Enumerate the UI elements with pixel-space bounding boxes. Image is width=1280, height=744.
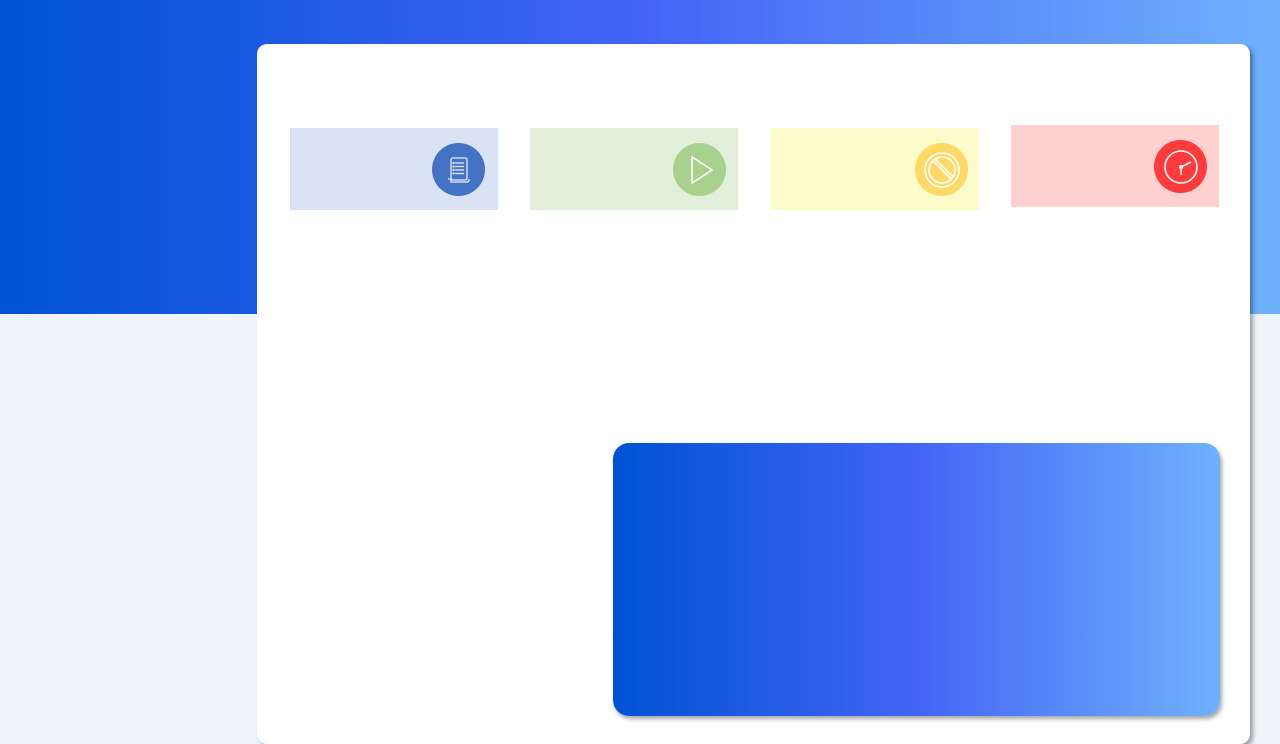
clock-icon: [1154, 140, 1207, 193]
stat-card-blocked[interactable]: [771, 128, 979, 210]
blocked-icon: [915, 143, 968, 196]
main-panel: [257, 44, 1250, 744]
stat-card-documents[interactable]: [290, 128, 498, 210]
stat-card-play[interactable]: [530, 128, 738, 210]
stat-card-time[interactable]: [1011, 125, 1219, 207]
document-list-icon: [432, 143, 485, 196]
play-icon: [673, 143, 726, 196]
feature-banner: [613, 443, 1220, 716]
